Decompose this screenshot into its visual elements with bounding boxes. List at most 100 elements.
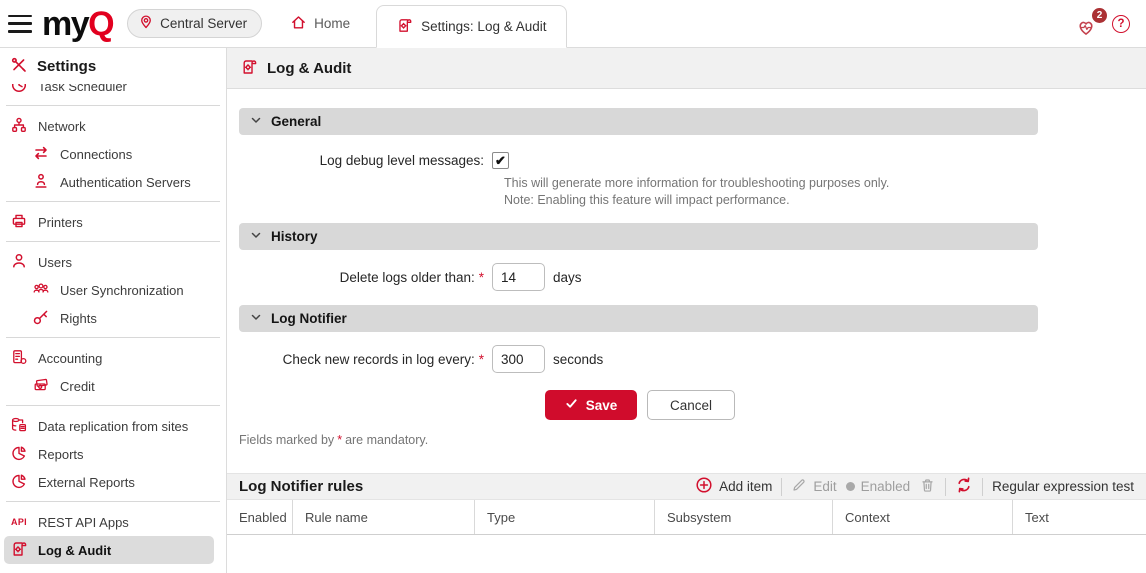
tools-icon	[10, 56, 28, 77]
top-bar: myQ Central Server Home Settings: Log & …	[0, 0, 1146, 48]
section-header-history[interactable]: History	[239, 223, 1038, 250]
status-dot-icon	[846, 482, 855, 491]
tab-home-label: Home	[314, 16, 350, 31]
sidebar-item-external-reports[interactable]: External Reports	[0, 468, 226, 496]
help-icon[interactable]: ?	[1112, 15, 1130, 33]
pencil-icon	[791, 477, 807, 496]
column-header-text[interactable]: Text	[1012, 500, 1146, 534]
column-header-type[interactable]: Type	[474, 500, 654, 534]
tab-settings-label: Settings: Log & Audit	[421, 19, 546, 34]
chevron-down-icon	[250, 229, 262, 244]
column-header-rule-name[interactable]: Rule name	[292, 500, 474, 534]
seconds-unit-label: seconds	[553, 352, 603, 367]
log-scroll-icon	[396, 17, 413, 37]
myq-logo[interactable]: myQ	[42, 7, 113, 41]
chevron-down-icon	[250, 114, 262, 129]
toolbar-separator	[982, 478, 983, 496]
edit-button[interactable]: Edit	[791, 477, 836, 496]
delete-logs-input[interactable]	[492, 263, 545, 291]
log-scroll-icon	[240, 58, 258, 79]
sidebar-item-user-synchronization[interactable]: User Synchronization	[0, 276, 226, 304]
server-name: Central Server	[160, 16, 247, 31]
debug-help-text: This will generate more information for …	[504, 175, 1146, 209]
divider	[6, 105, 220, 106]
swap-arrows-icon	[32, 144, 50, 165]
sidebar-item-network[interactable]: Network	[0, 112, 226, 140]
refresh-icon	[955, 476, 973, 497]
sidebar-item-connections[interactable]: Connections	[0, 140, 226, 168]
rules-section-header: Log Notifier rules Add item Edit	[227, 473, 1146, 500]
topbar-actions: 2 ?	[1076, 11, 1146, 37]
server-selector-button[interactable]: Central Server	[127, 9, 262, 38]
days-unit-label: days	[553, 270, 582, 285]
home-icon	[290, 14, 307, 34]
toolbar-separator	[781, 478, 782, 496]
api-icon: API	[10, 517, 28, 527]
checkmark-icon	[565, 397, 578, 413]
cancel-button[interactable]: Cancel	[647, 390, 735, 420]
mandatory-note: Fields marked by*are mandatory.	[239, 433, 1146, 447]
sidebar-item-data-replication[interactable]: Data replication from sites	[0, 412, 226, 440]
column-header-enabled[interactable]: Enabled	[227, 500, 292, 534]
section-header-general[interactable]: General	[239, 108, 1038, 135]
section-header-log-notifier[interactable]: Log Notifier	[239, 305, 1038, 332]
divider	[6, 501, 220, 502]
debug-messages-label: Log debug level messages:	[239, 153, 484, 168]
menu-icon[interactable]	[8, 15, 32, 33]
sidebar-item-accounting[interactable]: Accounting	[0, 344, 226, 372]
sidebar-list: Task Scheduler Network Connec	[0, 72, 226, 564]
key-icon	[32, 308, 50, 329]
auth-person-icon	[32, 172, 50, 193]
sidebar-item-rights[interactable]: Rights	[0, 304, 226, 332]
delete-logs-label: Delete logs older than:*	[239, 270, 484, 285]
rules-title: Log Notifier rules	[239, 478, 363, 495]
log-scroll-icon	[10, 540, 28, 561]
trash-icon	[919, 477, 936, 497]
column-header-subsystem[interactable]: Subsystem	[654, 500, 832, 534]
tab-home[interactable]: Home	[278, 0, 362, 47]
notification-badge: 2	[1092, 8, 1107, 23]
banknotes-icon	[32, 376, 50, 397]
main-content: Log & Audit General Log debug level mess…	[227, 48, 1146, 573]
page-titlebar: Log & Audit	[227, 48, 1146, 89]
sidebar-item-printers[interactable]: Printers	[0, 208, 226, 236]
sidebar-item-rest-api-apps[interactable]: API REST API Apps	[0, 508, 226, 536]
health-status-icon[interactable]: 2	[1076, 11, 1100, 37]
sidebar-item-reports[interactable]: Reports	[0, 440, 226, 468]
replication-icon	[10, 416, 28, 437]
sidebar-item-credit[interactable]: Credit	[0, 372, 226, 400]
check-records-input[interactable]	[492, 345, 545, 373]
network-icon	[10, 116, 28, 137]
sidebar-header: Settings	[0, 48, 226, 84]
user-icon	[10, 252, 28, 273]
rules-toolbar: Add item Edit Enabled	[695, 476, 1134, 497]
settings-form: General Log debug level messages: ✔ This…	[227, 89, 1146, 447]
enabled-toggle-button[interactable]: Enabled	[846, 479, 911, 494]
checkmark-icon: ✔	[495, 153, 506, 169]
sidebar-item-users[interactable]: Users	[0, 248, 226, 276]
tab-settings-log-audit[interactable]: Settings: Log & Audit	[376, 5, 566, 48]
divider	[6, 241, 220, 242]
debug-messages-checkbox[interactable]: ✔	[492, 152, 509, 169]
check-records-label: Check new records in log every:*	[239, 352, 484, 367]
regex-test-button[interactable]: Regular expression test	[992, 479, 1134, 494]
sidebar-title: Settings	[37, 58, 96, 75]
chevron-down-icon	[250, 311, 262, 326]
sidebar-item-log-audit[interactable]: Log & Audit	[4, 536, 214, 564]
settings-sidebar: Settings Task Scheduler N	[0, 48, 227, 573]
printer-icon	[10, 212, 28, 233]
sidebar-item-authentication-servers[interactable]: Authentication Servers	[0, 168, 226, 196]
delete-button[interactable]	[919, 477, 936, 497]
save-button[interactable]: Save	[545, 390, 637, 420]
toolbar-separator	[945, 478, 946, 496]
refresh-button[interactable]	[955, 476, 973, 497]
column-header-context[interactable]: Context	[832, 500, 1012, 534]
divider	[6, 337, 220, 338]
page-title: Log & Audit	[267, 60, 351, 77]
divider	[6, 405, 220, 406]
pie-chart-icon	[10, 472, 28, 493]
plus-circle-icon	[695, 476, 713, 497]
pie-chart-icon	[10, 444, 28, 465]
divider	[6, 201, 220, 202]
add-item-button[interactable]: Add item	[695, 476, 772, 497]
